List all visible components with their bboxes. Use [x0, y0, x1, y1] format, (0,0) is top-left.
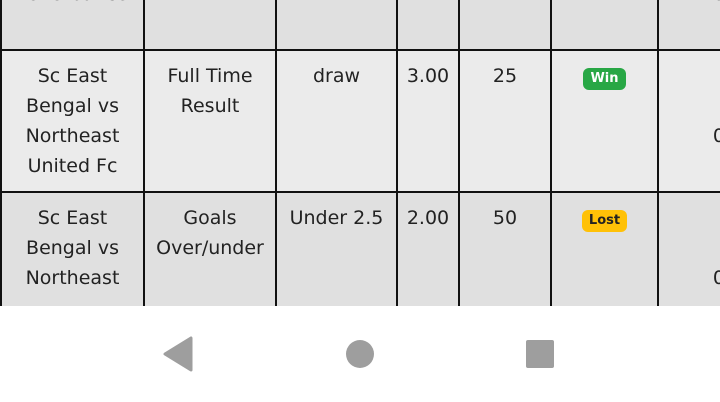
- bets-table: Fenerbahce 08:03: PM Sc East Bengal vs N…: [0, 0, 720, 306]
- home-button[interactable]: [340, 336, 380, 372]
- selection-cell: [275, 0, 398, 51]
- back-button[interactable]: [158, 336, 198, 372]
- market-cell: [143, 0, 277, 51]
- odds-cell: 3.00: [396, 49, 460, 193]
- table-row: Sc East Bengal vs Northeast United Fc Fu…: [0, 49, 720, 193]
- date-cell: 28 Fe 2022 07:59:: [657, 191, 720, 306]
- market-cell: Full Time Result: [143, 49, 277, 193]
- recent-apps-button[interactable]: [520, 336, 560, 372]
- status-badge: Win: [583, 68, 626, 90]
- status-cell: Lost: [550, 191, 659, 306]
- table-row: Fenerbahce 08:03: PM: [0, 0, 720, 51]
- match-cell: Sc East Bengal vs Northeast United Fc: [0, 49, 145, 193]
- market-cell: Goals Over/under: [143, 191, 277, 306]
- status-cell: Win: [550, 49, 659, 193]
- back-triangle-icon: [163, 336, 193, 372]
- match-cell: Fenerbahce: [0, 0, 145, 51]
- selection-cell: Under 2.5: [275, 191, 398, 306]
- recent-apps-square-icon: [526, 340, 554, 368]
- stake-cell: 25: [458, 49, 552, 193]
- status-badge: Lost: [581, 210, 628, 232]
- odds-cell: [396, 0, 460, 51]
- match-cell: Sc East Bengal vs Northeast: [0, 191, 145, 306]
- selection-cell: draw: [275, 49, 398, 193]
- status-cell: [550, 0, 659, 51]
- system-navigation-bar: [0, 306, 720, 402]
- stake-cell: [458, 0, 552, 51]
- stake-cell: 50: [458, 191, 552, 306]
- home-circle-icon: [346, 340, 374, 368]
- bets-table-viewport: Fenerbahce 08:03: PM Sc East Bengal vs N…: [0, 0, 720, 306]
- table-row: Sc East Bengal vs Northeast Goals Over/u…: [0, 191, 720, 306]
- odds-cell: 2.00: [396, 191, 460, 306]
- date-cell: 28 Fe 2022 07:59: PM: [657, 49, 720, 193]
- date-cell: 08:03: PM: [657, 0, 720, 51]
